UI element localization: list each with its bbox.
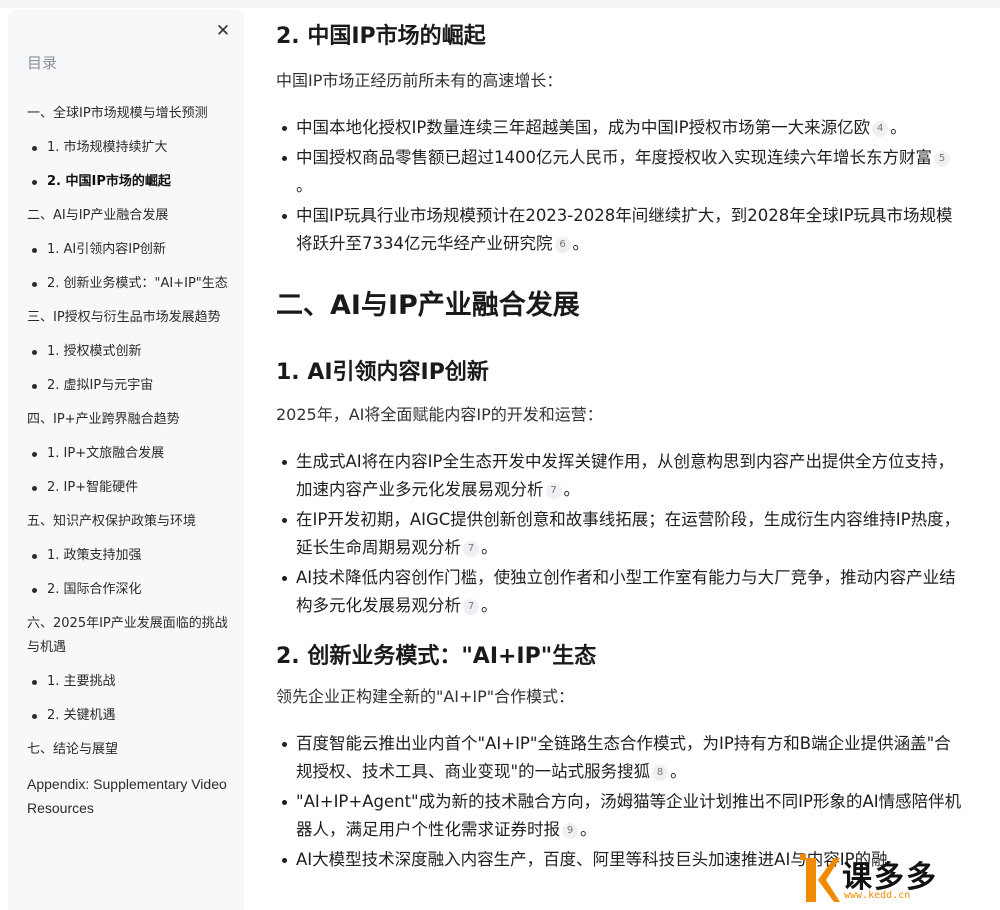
list-item-text: 生成式AI将在内容IP全生态开发中发挥关键作用，从创意构思到内容产出提供全方位支…: [296, 452, 954, 499]
citation-badge[interactable]: 5: [934, 151, 950, 167]
list-item-text: AI技术降低内容创作门槛，使独立创作者和小型工作室有能力与大厂竞争，推动内容产业…: [296, 568, 956, 615]
toc-item[interactable]: 2. 关键机遇: [27, 704, 232, 728]
list-item-text: 中国IP玩具行业市场规模预计在2023-2028年间继续扩大，到2028年全球I…: [296, 206, 953, 253]
top-bar: [0, 0, 1000, 8]
citation-badge[interactable]: 9: [562, 823, 578, 839]
watermark-logo: 课多多 www.kedd.cn: [800, 850, 1000, 910]
toc-item[interactable]: 三、IP授权与衍生品市场发展趋势: [27, 306, 232, 330]
section-heading-china-ip: 2. 中国IP市场的崛起: [276, 24, 486, 49]
section-title-ai-ip: 二、AI与IP产业融合发展: [276, 290, 580, 321]
list-item-punctuation: 。: [670, 762, 687, 781]
list-item-text: AI大模型技术深度融入内容生产，百度、阿里等科技巨头加速推进AI与内容IP的融: [296, 850, 888, 869]
paragraph: 中国IP市场正经历前所未有的高速增长：: [276, 71, 563, 90]
toc-item[interactable]: 六、2025年IP产业发展面临的挑战与机遇: [27, 612, 232, 660]
section-heading-ai-content: 1. AI引领内容IP创新: [276, 360, 489, 385]
list-item-punctuation: 。: [481, 596, 498, 615]
toc-item[interactable]: 一、全球IP市场规模与增长预测: [27, 102, 232, 126]
toc-item[interactable]: 2. IP+智能硬件: [27, 476, 232, 500]
list-item-punctuation: 。: [580, 820, 597, 839]
toc-sidebar: ✕ 目录 一、全球IP市场规模与增长预测 1. 市场规模持续扩大 2. 中国IP市场…: [8, 10, 244, 910]
citation-badge[interactable]: 7: [545, 483, 562, 499]
list-item: 中国授权商品零售额已超过1400亿元人民币，年度授权收入实现连续六年增长东方财富…: [280, 144, 966, 200]
list-item-text: 在IP开发初期，AIGC提供创新创意和故事线拓展；在运营阶段，生成衍生内容维持I…: [296, 510, 961, 557]
section-heading-ai-ip-ecosystem: 2. 创新业务模式："AI+IP"生态: [276, 644, 597, 669]
toc-item[interactable]: 四、IP+产业跨界融合趋势: [27, 408, 232, 432]
list-item: "AI+IP+Agent"成为新的技术融合方向，汤姆猫等企业计划推出不同IP形象…: [280, 788, 966, 844]
toc-item[interactable]: 二、AI与IP产业融合发展: [27, 204, 232, 228]
toc-item[interactable]: 1. 主要挑战: [27, 670, 232, 694]
toc-item[interactable]: 1. 政策支持加强: [27, 544, 232, 568]
list-item: AI技术降低内容创作门槛，使独立创作者和小型工作室有能力与大厂竞争，推动内容产业…: [280, 564, 966, 620]
citation-badge[interactable]: 6: [554, 237, 571, 253]
bullet-list: 中国本地化授权IP数量连续三年超越美国，成为中国IP授权市场第一大来源亿欧 4。中…: [280, 114, 966, 258]
watermark-url: www.kedd.cn: [844, 890, 911, 901]
list-item-text: "AI+IP+Agent"成为新的技术融合方向，汤姆猫等企业计划推出不同IP形象…: [296, 792, 962, 839]
toc-item[interactable]: 2. 国际合作深化: [27, 578, 232, 602]
paragraph: 2025年，AI将全面赋能内容IP的开发和运营：: [276, 405, 603, 424]
toc-item[interactable]: 1. AI引领内容IP创新: [27, 238, 232, 262]
toc-item[interactable]: 2. 创新业务模式："AI+IP"生态: [27, 272, 232, 296]
toc-item[interactable]: 五、知识产权保护政策与环境: [27, 510, 232, 534]
toc-item[interactable]: 1. 授权模式创新: [27, 340, 232, 364]
list-item-punctuation: 。: [563, 480, 581, 499]
k-logo-icon: [800, 854, 840, 902]
bullet-list: 生成式AI将在内容IP全生态开发中发挥关键作用，从创意构思到内容产出提供全方位支…: [280, 448, 966, 620]
list-item-text: 百度智能云推出业内首个"AI+IP"全链路生态合作模式，为IP持有方和B端企业提…: [296, 734, 951, 781]
toc-item[interactable]: 2. 虚拟IP与元宇宙: [27, 374, 232, 398]
citation-badge[interactable]: 7: [463, 541, 479, 557]
toc-item[interactable]: 1. IP+文旅融合发展: [27, 442, 232, 466]
list-item: 百度智能云推出业内首个"AI+IP"全链路生态合作模式，为IP持有方和B端企业提…: [280, 730, 966, 786]
list-item-punctuation: 。: [296, 176, 313, 195]
toc-title: 目录: [27, 54, 58, 72]
toc-item[interactable]: 1. 市场规模持续扩大: [27, 136, 232, 160]
list-item-text: 中国授权商品零售额已超过1400亿元人民币，年度授权收入实现连续六年增长东方财富: [296, 148, 932, 167]
toc-list: 一、全球IP市场规模与增长预测 1. 市场规模持续扩大 2. 中国IP市场的崛起 二、…: [27, 102, 232, 830]
list-item: 生成式AI将在内容IP全生态开发中发挥关键作用，从创意构思到内容产出提供全方位支…: [280, 448, 966, 504]
list-item-text: 中国本地化授权IP数量连续三年超越美国，成为中国IP授权市场第一大来源亿欧: [296, 118, 871, 137]
list-item-punctuation: 。: [890, 118, 907, 137]
list-item: 中国IP玩具行业市场规模预计在2023-2028年间继续扩大，到2028年全球I…: [280, 202, 966, 258]
list-item-punctuation: 。: [481, 538, 498, 557]
list-item: 中国本地化授权IP数量连续三年超越美国，成为中国IP授权市场第一大来源亿欧 4。: [280, 114, 966, 142]
close-icon[interactable]: ✕: [214, 22, 232, 40]
citation-badge[interactable]: 4: [872, 121, 889, 137]
article-content: 2. 中国IP市场的崛起 中国IP市场正经历前所未有的高速增长： 中国本地化授权…: [276, 22, 966, 876]
toc-item[interactable]: 七、结论与展望: [27, 738, 232, 762]
toc-item[interactable]: Appendix: Supplementary Video Resources: [27, 772, 232, 820]
citation-badge[interactable]: 8: [652, 765, 669, 781]
toc-item[interactable]: 2. 中国IP市场的崛起: [27, 170, 232, 194]
list-item: 在IP开发初期，AIGC提供创新创意和故事线拓展；在运营阶段，生成衍生内容维持I…: [280, 506, 966, 562]
list-item-punctuation: 。: [572, 234, 590, 253]
citation-badge[interactable]: 7: [463, 599, 479, 615]
paragraph: 领先企业正构建全新的"AI+IP"合作模式：: [276, 687, 575, 706]
